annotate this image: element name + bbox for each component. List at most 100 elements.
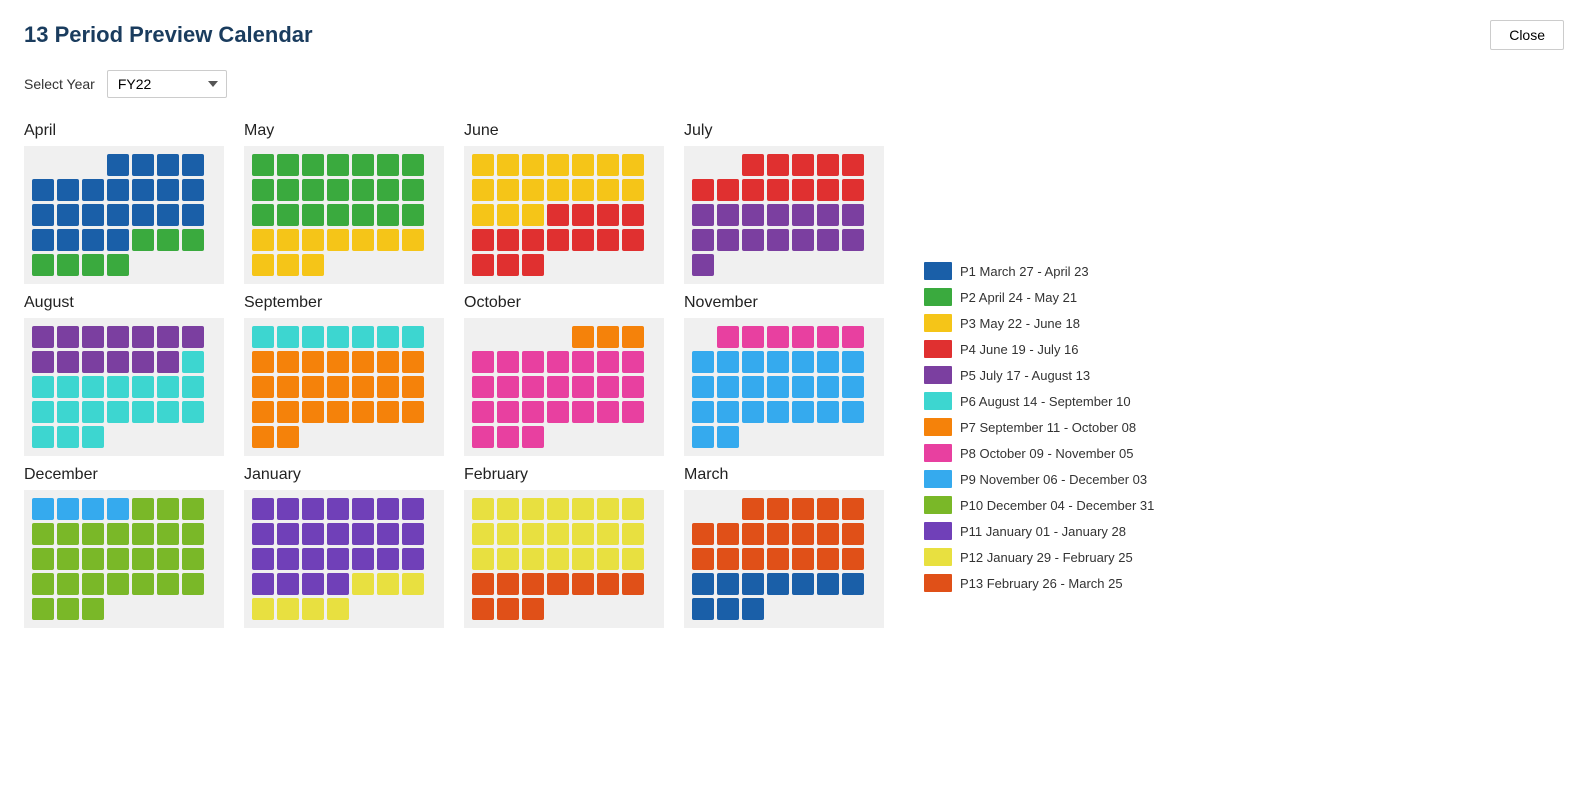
cal-row	[32, 351, 216, 373]
cal-cell	[377, 154, 399, 176]
cal-cell	[132, 179, 154, 201]
calendar-month-title: February	[464, 466, 664, 484]
cal-cell	[597, 204, 619, 226]
cal-cell	[572, 154, 594, 176]
legend-item-p3: P3 May 22 - June 18	[924, 314, 1154, 332]
cal-row	[32, 598, 216, 620]
cal-cell	[597, 523, 619, 545]
cal-cell	[742, 254, 764, 276]
cal-cell	[57, 573, 79, 595]
cal-cell	[57, 254, 79, 276]
cal-cell	[377, 376, 399, 398]
cal-cell	[302, 204, 324, 226]
cal-row	[692, 254, 876, 276]
cal-cell	[107, 523, 129, 545]
cal-cell	[572, 229, 594, 251]
cal-cell	[767, 573, 789, 595]
cal-cell	[182, 351, 204, 373]
cal-cell	[132, 498, 154, 520]
cal-cell	[402, 154, 424, 176]
cal-cell	[157, 154, 179, 176]
cal-cell	[327, 154, 349, 176]
cal-cell	[352, 179, 374, 201]
legend-swatch-p1	[924, 262, 952, 280]
cal-cell	[252, 154, 274, 176]
cal-cell	[842, 351, 864, 373]
calendar-month-title: April	[24, 122, 224, 140]
cal-cell	[82, 351, 104, 373]
calendar-grid-november	[684, 318, 884, 456]
cal-cell	[622, 426, 644, 448]
calendar-february: February	[464, 466, 664, 628]
calendar-month-title: July	[684, 122, 884, 140]
cal-cell	[742, 229, 764, 251]
cal-cell	[572, 351, 594, 373]
cal-row	[32, 154, 216, 176]
cal-cell	[107, 426, 129, 448]
cal-row	[472, 254, 656, 276]
cal-cell	[157, 426, 179, 448]
cal-row	[252, 179, 436, 201]
cal-cell	[252, 498, 274, 520]
close-button[interactable]: Close	[1490, 20, 1564, 50]
cal-cell	[82, 598, 104, 620]
cal-cell	[377, 401, 399, 423]
cal-cell	[622, 376, 644, 398]
cal-cell	[572, 498, 594, 520]
cal-cell	[547, 523, 569, 545]
legend-item-p1: P1 March 27 - April 23	[924, 262, 1154, 280]
cal-cell	[182, 254, 204, 276]
cal-cell	[352, 229, 374, 251]
cal-cell	[792, 426, 814, 448]
cal-row	[692, 179, 876, 201]
calendar-month-title: September	[244, 294, 444, 312]
cal-cell	[32, 598, 54, 620]
cal-cell	[327, 351, 349, 373]
cal-cell	[82, 154, 104, 176]
cal-cell	[107, 229, 129, 251]
cal-cell	[767, 401, 789, 423]
cal-cell	[182, 573, 204, 595]
calendar-november: November	[684, 294, 884, 456]
cal-cell	[842, 498, 864, 520]
cal-cell	[82, 229, 104, 251]
cal-cell	[522, 229, 544, 251]
cal-row	[692, 351, 876, 373]
cal-row	[692, 573, 876, 595]
cal-cell	[377, 426, 399, 448]
legend-item-p12: P12 January 29 - February 25	[924, 548, 1154, 566]
cal-cell	[497, 573, 519, 595]
cal-cell	[32, 401, 54, 423]
cal-cell	[352, 426, 374, 448]
cal-cell	[597, 229, 619, 251]
cal-cell	[157, 326, 179, 348]
calendar-month-title: June	[464, 122, 664, 140]
year-select[interactable]: FY20FY21FY22FY23FY24	[107, 70, 227, 98]
cal-cell	[717, 179, 739, 201]
cal-row	[692, 376, 876, 398]
cal-cell	[767, 154, 789, 176]
cal-cell	[717, 154, 739, 176]
cal-cell	[132, 351, 154, 373]
cal-cell	[817, 573, 839, 595]
cal-row	[692, 598, 876, 620]
cal-cell	[402, 229, 424, 251]
cal-cell	[597, 498, 619, 520]
cal-cell	[842, 548, 864, 570]
cal-cell	[377, 179, 399, 201]
cal-cell	[792, 204, 814, 226]
cal-cell	[132, 376, 154, 398]
cal-cell	[497, 523, 519, 545]
cal-cell	[792, 229, 814, 251]
cal-cell	[107, 598, 129, 620]
cal-cell	[327, 204, 349, 226]
cal-cell	[692, 498, 714, 520]
cal-cell	[692, 573, 714, 595]
cal-cell	[792, 326, 814, 348]
cal-cell	[327, 426, 349, 448]
cal-row	[472, 351, 656, 373]
cal-cell	[792, 254, 814, 276]
cal-cell	[277, 548, 299, 570]
cal-cell	[497, 179, 519, 201]
cal-cell	[132, 598, 154, 620]
